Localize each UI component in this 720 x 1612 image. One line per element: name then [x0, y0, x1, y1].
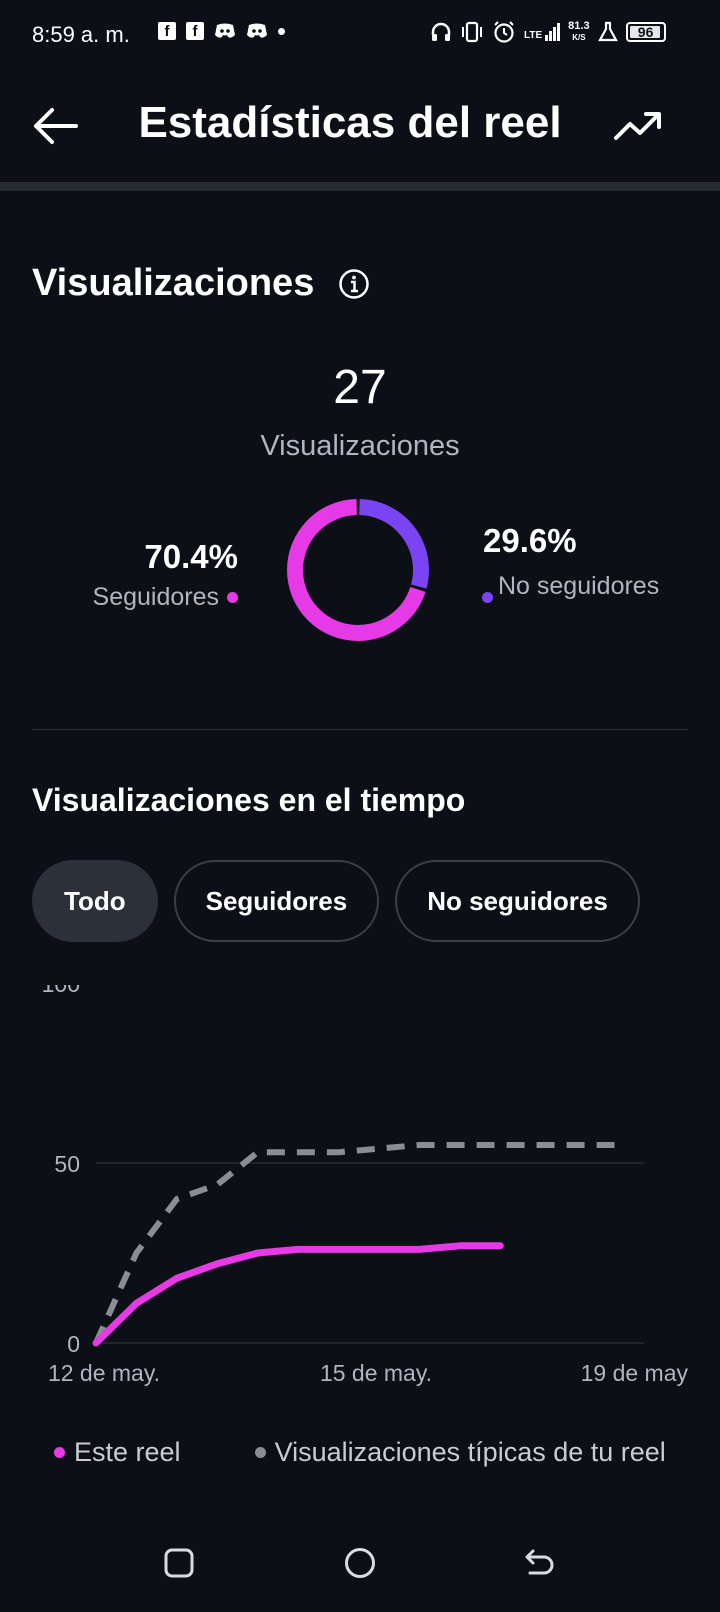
- page-title: Estadísticas del reel: [138, 98, 562, 147]
- views-donut-chart: [287, 499, 429, 641]
- battery-icon: 96: [625, 22, 666, 42]
- legend-dot-this-reel: [54, 1447, 65, 1458]
- filter-chip-todo[interactable]: Todo: [32, 860, 158, 942]
- filter-chip-no-seguidores[interactable]: No seguidores: [395, 860, 640, 942]
- network-label: LTE: [524, 30, 543, 41]
- lab-flask-icon: [597, 21, 618, 42]
- total-views-label: Visualizaciones: [260, 430, 460, 462]
- home-circle-icon[interactable]: [344, 1547, 376, 1579]
- x-tick-label: 19 de may: [581, 1360, 689, 1386]
- time-section-title: Visualizaciones en el tiempo: [32, 782, 466, 818]
- non-followers-label: No seguidores: [498, 572, 660, 600]
- views-section-title: Visualizaciones: [32, 262, 315, 304]
- series-line-this-reel: [92, 1242, 504, 1347]
- y-tick-label: 0: [67, 1331, 80, 1357]
- network-speed: 81.3 K/S: [568, 21, 589, 43]
- alarm-icon: [494, 21, 514, 43]
- y-tick-label: 50: [54, 1151, 80, 1177]
- back-arrow-icon[interactable]: [524, 1548, 556, 1578]
- total-views-number: 27: [333, 361, 387, 414]
- y-tick-label: 100: [42, 985, 80, 997]
- dot-icon: [278, 27, 285, 35]
- legend-label-typical: Visualizaciones típicas de tu reel: [274, 1437, 666, 1467]
- discord-icon: [247, 23, 267, 38]
- signal-icon: LTE: [524, 23, 561, 41]
- headphones-icon: [431, 22, 451, 41]
- facebook-icon: f: [158, 22, 176, 40]
- header-divider: [0, 182, 720, 191]
- filter-chips: Todo Seguidores No seguidores: [32, 860, 640, 942]
- views-over-time-chart: 100 50 0 12 de may. 15 de may. 19 de may: [42, 985, 689, 1386]
- legend-dot-typical: [254, 1447, 266, 1458]
- battery-percent: 96: [637, 24, 654, 40]
- non-followers-percent: 29.6%: [483, 522, 577, 559]
- filter-chip-seguidores[interactable]: Seguidores: [173, 860, 380, 942]
- speed-unit: K/S: [572, 33, 586, 42]
- followers-percent: 70.4%: [144, 538, 238, 575]
- discord-icon: [215, 23, 235, 38]
- trending-up-icon[interactable]: [612, 106, 664, 146]
- section-divider: [32, 729, 688, 730]
- facebook-icon: f: [186, 22, 204, 40]
- vibrate-icon: [462, 21, 482, 43]
- series-line-typical: [93, 1142, 622, 1345]
- info-icon[interactable]: [338, 268, 370, 300]
- system-icons: LTE 81.3 K/S 96: [430, 20, 666, 44]
- x-tick-label: 12 de may.: [48, 1360, 160, 1386]
- recents-square-icon[interactable]: [164, 1548, 194, 1578]
- followers-dot: [227, 592, 238, 603]
- speed-value: 81.3: [568, 20, 590, 32]
- legend-label-this-reel: Este reel: [74, 1437, 181, 1467]
- notification-icons: f f: [158, 22, 285, 40]
- non-followers-dot: [482, 592, 493, 603]
- x-tick-label: 15 de may.: [320, 1360, 432, 1386]
- chart-legend: Este reel Visualizaciones típicas de tu …: [54, 1437, 666, 1468]
- followers-legend: Seguidores: [93, 583, 238, 612]
- status-time: 8:59 a. m.: [32, 22, 130, 47]
- followers-label: Seguidores: [92, 583, 219, 611]
